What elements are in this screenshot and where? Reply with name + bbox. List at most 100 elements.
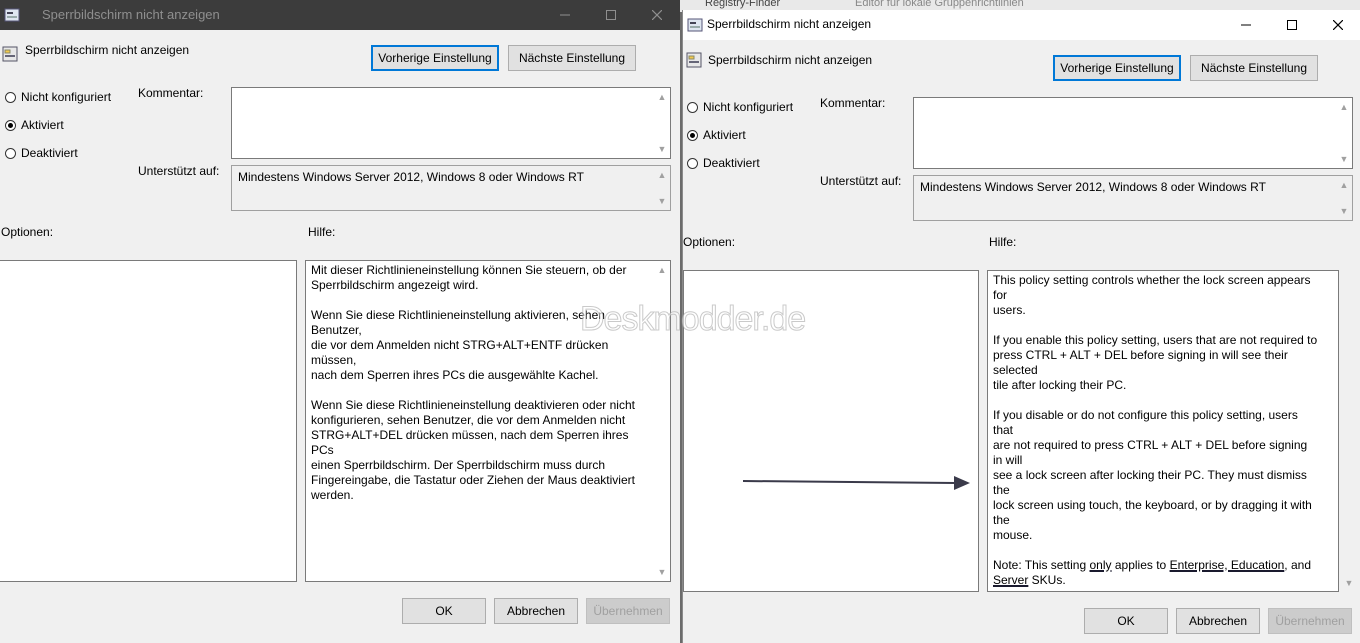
radio-label: Aktiviert: [703, 128, 746, 142]
comment-scrollbar[interactable]: ▲ ▼: [654, 88, 670, 158]
right-supported-field: Mindestens Windows Server 2012, Windows …: [913, 175, 1353, 221]
left-cancel-button[interactable]: Abbrechen: [494, 598, 578, 624]
right-minimize-button[interactable]: [1223, 10, 1269, 40]
annotation-arrow: [742, 476, 970, 490]
right-help-text: This policy setting controls whether the…: [993, 273, 1318, 603]
right-help-label: Hilfe:: [989, 235, 1017, 249]
right-titlebar: Sperrbildschirm nicht anzeigen: [683, 10, 1360, 40]
right-radio-disabled[interactable]: Deaktiviert: [687, 156, 760, 170]
radio-label: Nicht konfiguriert: [703, 100, 794, 114]
scroll-down-icon[interactable]: ▼: [1336, 152, 1352, 166]
left-options-label: Optionen:: [1, 225, 54, 239]
left-setting-name: Sperrbildschirm nicht anzeigen: [25, 43, 190, 57]
note-text: , and: [1284, 558, 1311, 572]
supported-value: Mindestens Windows Server 2012, Windows …: [920, 180, 1266, 194]
watermark: Deskmodder.de: [579, 300, 806, 339]
minimize-icon: [1241, 24, 1251, 26]
left-maximize-button[interactable]: [588, 0, 634, 30]
background-tab-gpedit: Editor für lokale Gruppenrichtlinien: [855, 0, 1024, 9]
right-comment-field[interactable]: ▲ ▼: [913, 97, 1353, 169]
left-close-button[interactable]: [634, 0, 680, 30]
scroll-up-icon[interactable]: ▲: [654, 168, 670, 182]
radio-button: [5, 91, 16, 103]
right-options-label: Optionen:: [683, 235, 736, 249]
right-cancel-button[interactable]: Abbrechen: [1176, 608, 1260, 634]
left-titlebar: Sperrbildschirm nicht anzeigen: [0, 0, 680, 30]
right-comment-label: Kommentar:: [820, 96, 886, 110]
scroll-down-icon[interactable]: ▼: [1336, 204, 1352, 218]
left-supported-label: Unterstützt auf:: [138, 164, 220, 178]
right-setting-name: Sperrbildschirm nicht anzeigen: [708, 53, 873, 67]
radio-button: [5, 147, 16, 159]
left-minimize-button[interactable]: [542, 0, 588, 30]
radio-label: Aktiviert: [21, 118, 64, 132]
radio-label: Deaktiviert: [21, 146, 78, 160]
comment-scrollbar[interactable]: ▲ ▼: [1336, 98, 1352, 168]
radio-button-selected: [687, 129, 698, 141]
right-ok-button[interactable]: OK: [1084, 608, 1168, 634]
scroll-down-icon[interactable]: ▼: [1341, 576, 1357, 590]
left-next-setting-button[interactable]: Nächste Einstellung: [508, 45, 636, 71]
right-radio-not-configured[interactable]: Nicht konfiguriert: [687, 100, 793, 114]
right-supported-label: Unterstützt auf:: [820, 174, 902, 188]
note-text: Note: This setting: [993, 558, 1090, 572]
close-icon: [1333, 20, 1343, 30]
left-ok-button[interactable]: OK: [402, 598, 486, 624]
scroll-down-icon[interactable]: ▼: [654, 565, 670, 579]
policy-setting-icon: [686, 52, 702, 68]
scroll-up-icon[interactable]: ▲: [1336, 178, 1352, 192]
radio-button: [687, 101, 698, 113]
radio-label: Deaktiviert: [703, 156, 760, 170]
left-previous-setting-button[interactable]: Vorherige Einstellung: [371, 45, 499, 71]
left-radio-disabled[interactable]: Deaktiviert: [5, 146, 78, 160]
left-window-title: Sperrbildschirm nicht anzeigen: [42, 7, 220, 22]
supported-scrollbar[interactable]: ▲ ▼: [654, 166, 670, 210]
scroll-down-icon[interactable]: ▼: [654, 194, 670, 208]
radio-button: [687, 157, 698, 169]
right-close-button[interactable]: [1315, 10, 1360, 40]
right-maximize-button[interactable]: [1269, 10, 1315, 40]
left-comment-label: Kommentar:: [138, 86, 204, 100]
help-paragraph: Mit dieser Richtlinieneinstellung können…: [311, 263, 627, 292]
maximize-icon: [1287, 20, 1297, 30]
help-paragraph: If you enable this policy setting, users…: [993, 333, 1318, 392]
note-underlined-only: only: [1089, 558, 1112, 572]
scroll-up-icon[interactable]: ▲: [654, 263, 670, 277]
minimize-icon: [560, 14, 570, 16]
scroll-down-icon[interactable]: ▼: [654, 142, 670, 156]
policy-setting-icon: [2, 46, 18, 62]
right-help-pane: This policy setting controls whether the…: [987, 270, 1339, 592]
note-text: applies to: [1111, 558, 1170, 572]
right-radio-enabled[interactable]: Aktiviert: [687, 128, 746, 142]
radio-button-selected: [5, 119, 16, 131]
scroll-up-icon[interactable]: ▲: [1336, 100, 1352, 114]
radio-label: Nicht konfiguriert: [21, 90, 112, 104]
maximize-icon: [606, 10, 616, 20]
help-paragraph: If you disable or do not configure this …: [993, 408, 1312, 542]
note-underlined-server: Server: [993, 573, 1029, 587]
left-supported-field: Mindestens Windows Server 2012, Windows …: [231, 165, 671, 211]
right-window-title: Sperrbildschirm nicht anzeigen: [707, 17, 872, 31]
left-radio-not-configured[interactable]: Nicht konfiguriert: [5, 90, 111, 104]
right-next-setting-button[interactable]: Nächste Einstellung: [1190, 55, 1318, 81]
left-options-pane: [0, 260, 297, 582]
right-help-scrollbar[interactable]: ▼: [1341, 270, 1359, 592]
left-comment-field[interactable]: ▲ ▼: [231, 87, 671, 159]
close-icon: [652, 10, 662, 20]
help-paragraph: This policy setting controls whether the…: [993, 273, 1311, 317]
note-text: SKUs.: [1028, 573, 1066, 587]
background-tab-registry-finder: Registry-Finder: [705, 0, 781, 9]
right-previous-setting-button[interactable]: Vorherige Einstellung: [1053, 55, 1181, 81]
left-help-label: Hilfe:: [308, 225, 336, 239]
supported-value: Mindestens Windows Server 2012, Windows …: [238, 170, 584, 184]
scroll-up-icon[interactable]: ▲: [654, 90, 670, 104]
left-dialog: Sperrbildschirm nicht anzeigen Sperrbild…: [0, 0, 680, 643]
supported-scrollbar[interactable]: ▲ ▼: [1336, 176, 1352, 220]
policy-setting-icon: [687, 17, 703, 33]
note-underlined-editions: Enterprise, Education: [1169, 558, 1285, 572]
help-paragraph: Wenn Sie diese Richtlinieneinstellung de…: [311, 398, 635, 502]
left-radio-enabled[interactable]: Aktiviert: [5, 118, 64, 132]
policy-setting-icon: [4, 7, 20, 23]
right-apply-button[interactable]: Übernehmen: [1268, 608, 1352, 634]
left-apply-button[interactable]: Übernehmen: [586, 598, 670, 624]
